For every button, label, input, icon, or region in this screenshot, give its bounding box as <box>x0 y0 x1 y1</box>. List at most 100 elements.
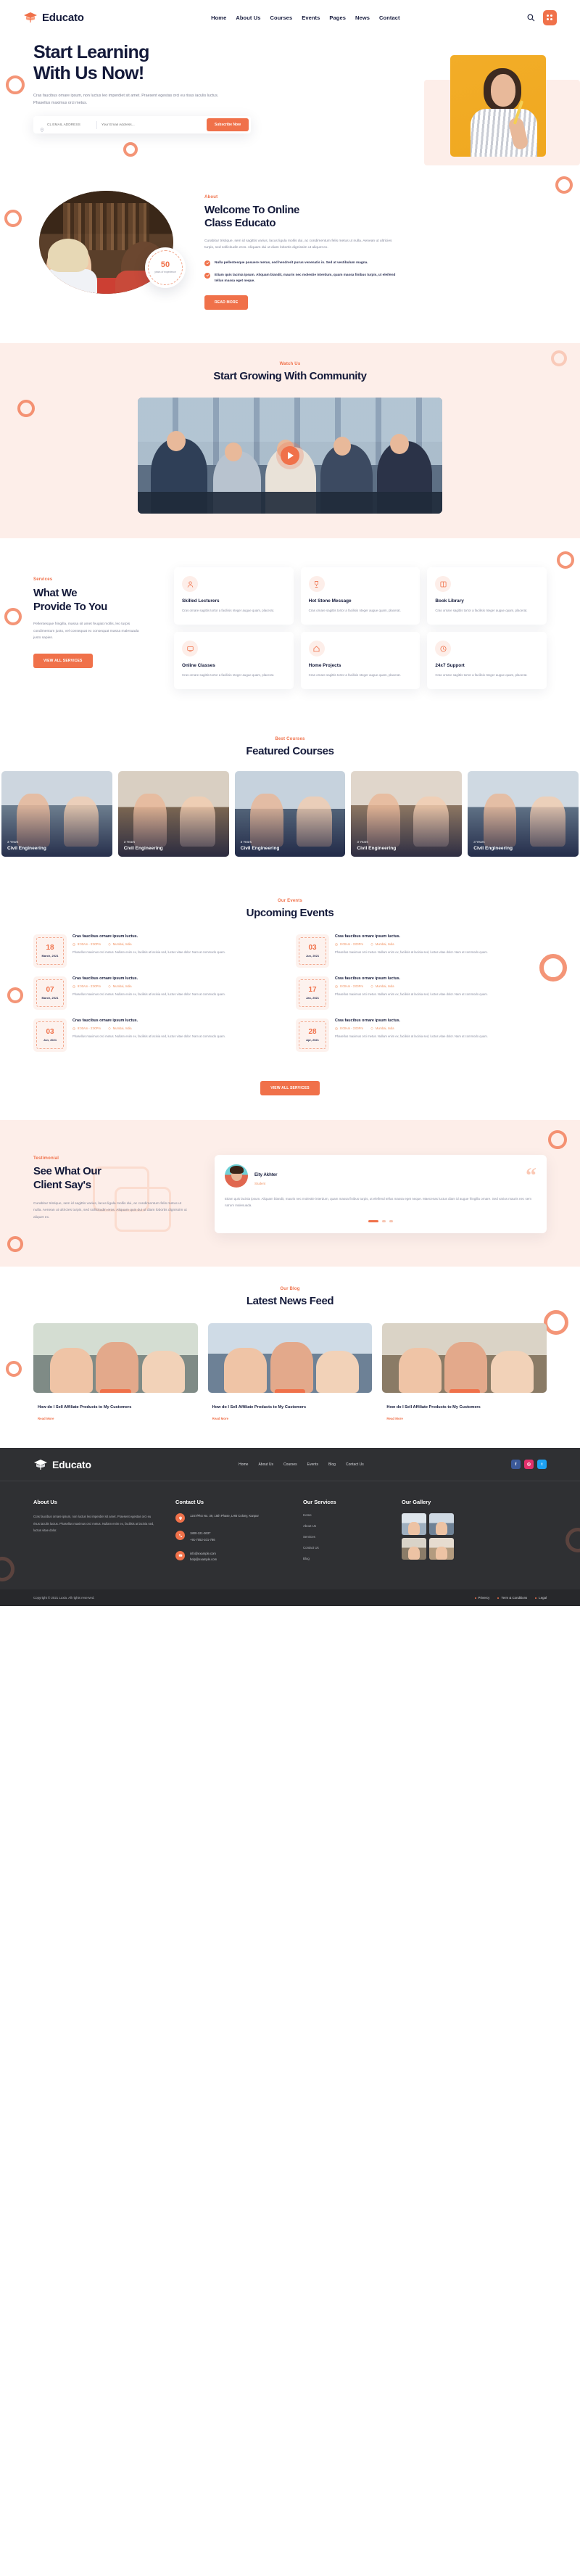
footer-nav-about-us[interactable]: About Us <box>258 1462 273 1467</box>
courses-title: Featured Courses <box>246 744 334 757</box>
courses-carousel[interactable]: 3 Years Civil Engineering 3 Years Civil … <box>0 770 580 857</box>
courses-eyebrow: Best Courses <box>275 736 305 741</box>
footer-service-about-us[interactable]: About Us <box>303 1524 383 1528</box>
gallery-thumbnail[interactable] <box>429 1513 454 1536</box>
service-desc: Cras ornare sagittis tortor a facilisis … <box>435 609 528 613</box>
service-card[interactable]: Book Library Cras ornare sagittis tortor… <box>427 567 547 625</box>
online-class-icon <box>182 641 198 657</box>
legal-link-privacy[interactable]: Privercy <box>475 1596 490 1600</box>
event-title: Cras faucibus ornare ipsum luctus. <box>72 934 138 939</box>
carousel-dot-active[interactable] <box>368 1220 378 1223</box>
carousel-dots[interactable] <box>225 1220 536 1223</box>
carousel-dot[interactable] <box>389 1220 393 1223</box>
service-card[interactable]: Hot Stone Message Cras ornare sagittis t… <box>300 567 420 625</box>
brand-logo[interactable]: Educato <box>23 12 84 24</box>
gallery-thumbnail[interactable] <box>429 1538 454 1560</box>
services-title-line-1: What We <box>33 587 78 600</box>
event-item[interactable]: 03 Jun, 2021 Cras faucibus ornare ipsum … <box>33 1019 284 1053</box>
blog-card[interactable]: 7 March, 2021 How do I Sell Affiliate Pr… <box>382 1322 547 1424</box>
footer-brand[interactable]: Educato <box>33 1459 91 1470</box>
service-card[interactable]: Skilled Lecturers Cras ornare sagittis t… <box>174 567 294 625</box>
footer-services-heading: Our Services <box>303 1499 336 1506</box>
event-month: March, 2021 <box>41 954 59 958</box>
email-input[interactable] <box>102 123 183 127</box>
nav-item-events[interactable]: Events <box>302 15 320 21</box>
footer-nav-contact-us[interactable]: Contact Us <box>346 1462 364 1467</box>
community-video[interactable] <box>138 398 442 514</box>
nav-item-courses[interactable]: Courses <box>270 15 293 21</box>
footer-service-services[interactable]: Services <box>303 1535 383 1539</box>
service-card[interactable]: 24x7 Support Cras ornare sagittis tortor… <box>427 632 547 689</box>
footer-nav-events[interactable]: Events <box>307 1462 318 1467</box>
event-item[interactable]: 28 Apr, 2021 Cras faucibus ornare ipsum … <box>296 1019 547 1053</box>
service-desc: Cras ornare sagittis tortor a facilisis … <box>182 609 275 613</box>
nav-item-about-us[interactable]: About Us <box>236 15 260 21</box>
event-month: March, 2021 <box>41 996 59 1000</box>
blog-read-more-link[interactable]: Read More <box>386 1417 402 1420</box>
view-all-services-button[interactable]: VIEW ALL SERVICES <box>33 653 93 668</box>
gallery-thumbnail[interactable] <box>402 1538 426 1560</box>
event-place: Mumbai, India <box>108 942 132 946</box>
blog-thumbnail: 7 March, 2021 <box>207 1322 373 1393</box>
course-card[interactable]: 3 Years Civil Engineering <box>117 770 229 857</box>
read-more-button[interactable]: READ MORE <box>204 295 249 310</box>
footer-service-home[interactable]: Home <box>303 1513 383 1517</box>
about-title-line-2: Class Educato <box>204 217 276 230</box>
service-card[interactable]: Home Projects Cras ornare sagittis torto… <box>300 632 420 689</box>
play-icon[interactable] <box>281 446 299 466</box>
services-grid: Skilled Lecturers Cras ornare sagittis t… <box>174 567 547 689</box>
blog-card[interactable]: 7 March, 2021 How do I Sell Affiliate Pr… <box>33 1322 198 1424</box>
event-place: Mumbai, India <box>370 1026 394 1030</box>
event-item[interactable]: 07 March, 2021 Cras faucibus ornare ipsu… <box>33 976 284 1011</box>
legal-link-terms[interactable]: Term & Conditions <box>497 1596 527 1600</box>
gallery-thumbnail[interactable] <box>402 1513 426 1536</box>
about-title-line-1: Welcome To Online <box>204 204 299 216</box>
footer-service-blog[interactable]: Blog <box>303 1557 383 1560</box>
event-item[interactable]: 17 Jan, 2021 Cras faucibus ornare ipsum … <box>296 976 547 1011</box>
nav-item-pages[interactable]: Pages <box>329 15 346 21</box>
project-icon <box>308 641 325 657</box>
search-icon[interactable] <box>527 13 536 22</box>
blog-post-title: How do I Sell Affiliate Products to My C… <box>212 1404 307 1410</box>
facebook-icon[interactable]: f <box>510 1460 521 1470</box>
course-card[interactable]: 3 Years Civil Engineering <box>234 770 346 857</box>
event-item[interactable]: 18 March, 2021 Cras faucibus ornare ipsu… <box>33 934 284 968</box>
course-duration: 3 Years <box>123 839 136 844</box>
blog-card[interactable]: 7 March, 2021 How do I Sell Affiliate Pr… <box>207 1322 373 1424</box>
footer-service-contact-us[interactable]: Contact Us <box>303 1546 383 1550</box>
event-date-badge: 18 March, 2021 <box>33 934 67 968</box>
nav-item-news[interactable]: News <box>355 15 370 21</box>
blog-read-more-link[interactable]: Read More <box>38 1417 54 1420</box>
testimonial-eyebrow: Testimonial <box>33 1156 59 1161</box>
blog-thumbnail: 7 March, 2021 <box>33 1322 198 1393</box>
menu-dots <box>547 15 553 20</box>
instagram-icon[interactable]: ◎ <box>523 1460 534 1470</box>
blog-read-more-link[interactable]: Read More <box>212 1417 228 1420</box>
nav-item-home[interactable]: Home <box>211 15 226 21</box>
footer-nav-home[interactable]: Home <box>239 1462 248 1467</box>
footer-services-column: Our Services Home About Us Services Cont… <box>303 1499 383 1571</box>
course-card[interactable]: 3 Years Civil Engineering <box>351 770 463 857</box>
legal-link-legal[interactable]: Legal <box>535 1596 547 1600</box>
nav-item-contact[interactable]: Contact <box>379 15 400 21</box>
carousel-dot[interactable] <box>382 1220 386 1223</box>
event-month: Jan, 2021 <box>305 996 319 1000</box>
trophy-icon <box>308 576 325 593</box>
footer-nav-blog[interactable]: Blog <box>328 1462 336 1467</box>
twitter-icon[interactable]: t <box>536 1460 547 1470</box>
blog-grid: 7 March, 2021 How do I Sell Affiliate Pr… <box>0 1322 580 1424</box>
address-input[interactable] <box>47 123 92 127</box>
event-desc: Phasellus maximus orci metus. Nullam eni… <box>335 950 488 955</box>
subscribe-button[interactable]: Subscribe Now <box>206 118 249 131</box>
course-card[interactable]: 3 Years Civil Engineering <box>1 770 112 857</box>
view-all-events-button[interactable]: VIEW ALL SERVICES <box>260 1081 320 1096</box>
grid-menu-icon[interactable] <box>542 9 557 25</box>
blog-eyebrow: Our Blog <box>280 1287 300 1292</box>
location-pin-icon <box>108 942 111 946</box>
event-day: 17 <box>308 986 317 995</box>
service-card[interactable]: Online Classes Cras ornare sagittis tort… <box>174 632 294 689</box>
event-item[interactable]: 03 Jun, 2021 Cras faucibus ornare ipsum … <box>296 934 547 968</box>
course-card[interactable]: 3 Years Civil Engineering <box>468 770 579 857</box>
footer-about-heading: About Us <box>33 1499 57 1506</box>
footer-nav-courses[interactable]: Courses <box>283 1462 297 1467</box>
